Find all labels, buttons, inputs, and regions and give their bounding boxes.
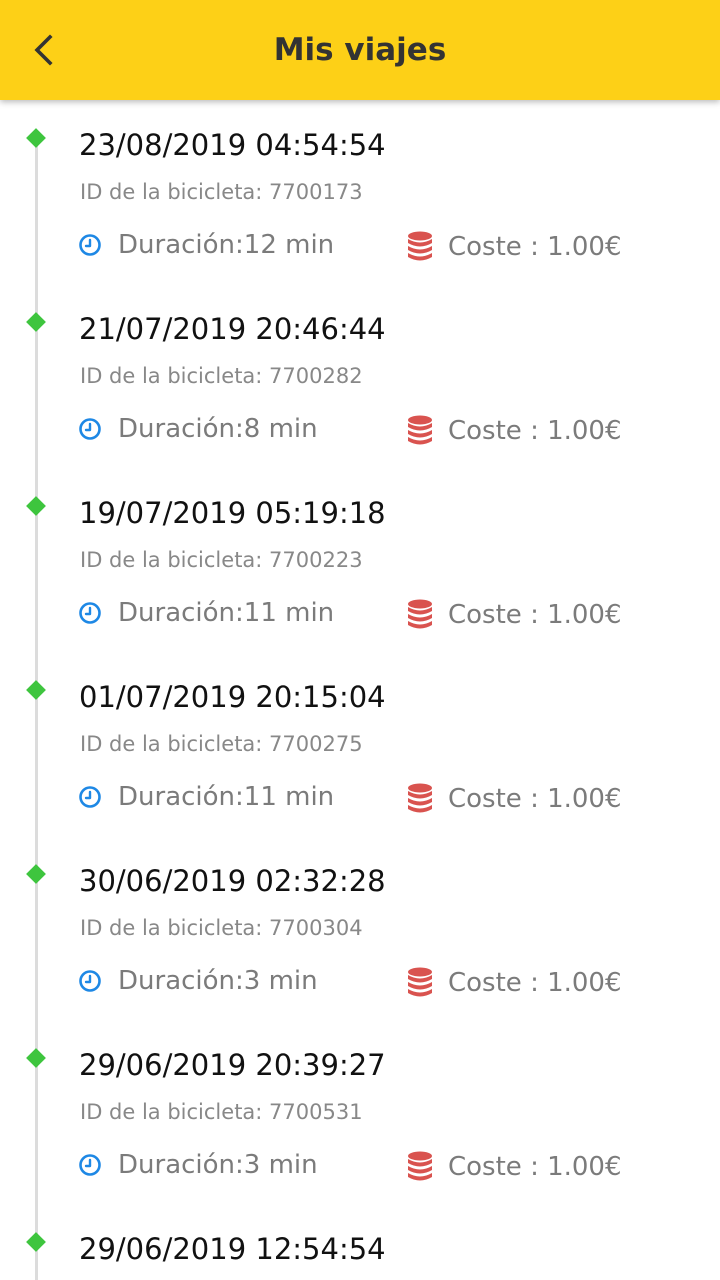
page-title: Mis viajes	[273, 32, 447, 68]
timeline-dot	[26, 128, 46, 148]
timeline-dot	[26, 496, 46, 516]
timeline-dot	[26, 680, 46, 700]
app-bar: Mis viajes	[0, 0, 720, 100]
trip-date: 30/06/2019 02:32:28	[79, 864, 386, 898]
trip-item[interactable]: 30/06/2019 02:32:28 ID de la bicicleta: …	[0, 736, 720, 998]
timeline-dot	[26, 1232, 46, 1252]
timeline-dot	[26, 1048, 46, 1068]
trip-list: 23/08/2019 04:54:54 ID de la bicicleta: …	[0, 0, 720, 1280]
trip-item[interactable]: 21/07/2019 20:46:44 ID de la bicicleta: …	[0, 184, 720, 446]
timeline-dot	[26, 312, 46, 332]
trip-item[interactable]: 29/06/2019 20:39:27 ID de la bicicleta: …	[0, 920, 720, 1182]
trip-date: 23/08/2019 04:54:54	[79, 128, 386, 162]
app-screen: Mis viajes 23/08/2019 04:54:54 ID de la …	[0, 0, 720, 1280]
trip-date: 29/06/2019 12:54:54	[79, 1232, 386, 1266]
trip-item[interactable]: 29/06/2019 12:54:54	[0, 1104, 720, 1280]
trip-date: 29/06/2019 20:39:27	[79, 1048, 386, 1082]
timeline-dot	[26, 864, 46, 884]
trip-date: 21/07/2019 20:46:44	[79, 312, 386, 346]
trip-item[interactable]: 19/07/2019 05:19:18 ID de la bicicleta: …	[0, 368, 720, 630]
trip-item[interactable]: 01/07/2019 20:15:04 ID de la bicicleta: …	[0, 552, 720, 814]
trip-date: 01/07/2019 20:15:04	[79, 680, 386, 714]
trip-date: 19/07/2019 05:19:18	[79, 496, 386, 530]
